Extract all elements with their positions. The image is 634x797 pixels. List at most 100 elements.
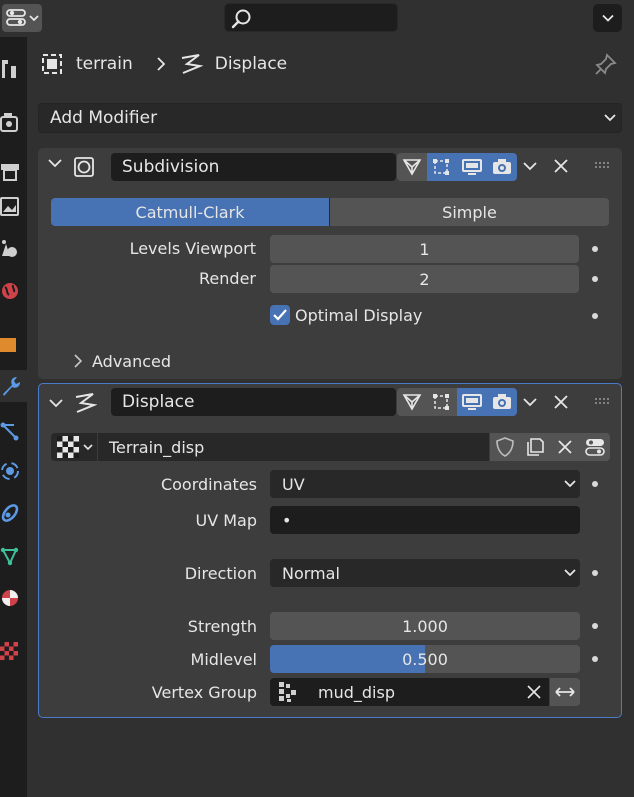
tab-tool[interactable]	[0, 53, 24, 85]
tab-output[interactable]	[0, 155, 24, 187]
chevron-down-icon[interactable]	[523, 397, 537, 407]
render-levels-label: Render	[199, 269, 256, 288]
render-levels-value: 2	[419, 269, 430, 289]
tab-constraints[interactable]	[0, 497, 24, 529]
keyframe-dot[interactable]	[592, 656, 598, 662]
tab-texture[interactable]	[0, 635, 24, 667]
render-toggle[interactable]	[487, 388, 517, 416]
chevron-right-icon[interactable]	[74, 354, 82, 368]
drag-handle-icon[interactable]	[594, 161, 612, 171]
checkmark-icon	[273, 309, 287, 321]
pin-icon[interactable]	[595, 53, 617, 75]
tab-scene[interactable]	[0, 233, 24, 265]
search-input[interactable]	[224, 3, 398, 32]
add-modifier-dropdown[interactable]: Add Modifier	[38, 103, 622, 133]
scene-icon	[0, 238, 20, 260]
close-icon[interactable]	[554, 159, 568, 173]
simple-label: Simple	[442, 202, 497, 222]
viewport-toggle[interactable]	[457, 388, 487, 416]
breadcrumb-object: terrain	[76, 54, 133, 74]
modifier-name-text: Subdivision	[122, 157, 220, 177]
keyframe-dot[interactable]	[592, 481, 598, 487]
advanced-subpanel-header[interactable]: Advanced	[92, 352, 171, 371]
edit-cage-toggle[interactable]	[397, 153, 427, 181]
simple-option[interactable]: Simple	[330, 198, 609, 226]
edit-mode-toggle[interactable]	[427, 153, 457, 181]
keyframe-dot[interactable]	[592, 570, 598, 576]
duplicate-texture-button[interactable]	[520, 433, 550, 461]
drag-handle-icon[interactable]	[594, 397, 612, 407]
tab-material[interactable]	[0, 582, 24, 614]
midlevel-slider[interactable]: 0.500	[270, 645, 580, 673]
edit-cage-toggle[interactable]	[397, 388, 427, 416]
monitor-icon	[461, 157, 483, 177]
search-icon	[231, 8, 253, 30]
vertex-group-label: Vertex Group	[151, 683, 257, 702]
particles-icon	[0, 420, 20, 442]
chevron-down-icon	[83, 443, 93, 451]
texture-browse-button[interactable]	[51, 433, 97, 461]
direction-value: Normal	[282, 563, 340, 583]
collapse-chevron-icon[interactable]	[48, 157, 62, 169]
cage-mesh-icon	[401, 157, 423, 177]
unlink-texture-button[interactable]	[550, 433, 580, 461]
subdivision-type-selector: Catmull-Clark Simple	[51, 198, 609, 226]
close-icon	[558, 440, 572, 454]
optimal-display-checkbox[interactable]	[270, 305, 290, 325]
tab-world[interactable]	[0, 275, 24, 307]
texture-properties-button[interactable]	[580, 433, 610, 461]
render-toggle[interactable]	[487, 153, 517, 181]
catmull-clark-label: Catmull-Clark	[135, 202, 245, 222]
tab-physics[interactable]	[0, 455, 24, 487]
catmull-clark-option[interactable]: Catmull-Clark	[51, 198, 329, 226]
strength-field[interactable]: 1.000	[270, 612, 580, 640]
camera-icon	[491, 392, 513, 412]
modifier-name-field[interactable]: Subdivision	[111, 153, 396, 181]
chevron-down-icon	[564, 566, 576, 580]
levels-viewport-field[interactable]: 1	[270, 235, 579, 263]
tab-view-layer[interactable]	[0, 191, 24, 223]
optimal-display-label: Optimal Display	[295, 306, 423, 325]
tab-render[interactable]	[0, 107, 24, 139]
vertex-group-value: mud_disp	[318, 682, 395, 702]
fake-user-button[interactable]	[490, 433, 520, 461]
render-levels-field[interactable]: 2	[270, 265, 579, 293]
coordinates-dropdown[interactable]: UV	[270, 470, 580, 498]
displace-icon	[73, 391, 97, 415]
direction-dropdown[interactable]: Normal	[270, 559, 580, 587]
object-icon	[40, 52, 64, 76]
keyframe-dot[interactable]	[592, 246, 598, 252]
invert-vertex-group-button[interactable]	[550, 678, 580, 706]
uv-map-field[interactable]: •	[270, 506, 580, 534]
options-dropdown[interactable]	[593, 4, 622, 32]
collapse-chevron-icon[interactable]	[49, 397, 63, 409]
midlevel-label: Midlevel	[190, 650, 257, 669]
edit-mode-icon	[431, 392, 453, 412]
shield-icon	[496, 437, 514, 457]
viewport-toggle[interactable]	[457, 153, 487, 181]
keyframe-dot[interactable]	[592, 313, 598, 319]
modifier-name-field[interactable]: Displace	[111, 388, 396, 416]
tab-object[interactable]	[0, 329, 24, 361]
duplicate-icon	[525, 437, 545, 457]
constraints-icon	[0, 502, 20, 524]
top-header	[0, 0, 634, 37]
close-icon[interactable]	[554, 395, 568, 409]
texture-name-text: Terrain_disp	[109, 437, 205, 457]
tab-data[interactable]	[0, 540, 24, 572]
tab-modifiers[interactable]	[0, 370, 27, 402]
image-icon	[0, 196, 20, 218]
edit-mode-toggle[interactable]	[427, 388, 457, 416]
material-icon	[0, 587, 20, 609]
camera-back-icon	[0, 112, 20, 134]
clear-icon[interactable]	[527, 685, 541, 699]
editor-type-button[interactable]	[2, 4, 42, 32]
vertex-group-field[interactable]: mud_disp	[270, 678, 549, 706]
texture-name-field[interactable]: Terrain_disp	[98, 433, 489, 461]
keyframe-dot[interactable]	[592, 623, 598, 629]
direction-label: Direction	[184, 564, 257, 583]
keyframe-dot[interactable]	[592, 276, 598, 282]
chevron-down-icon[interactable]	[523, 161, 537, 171]
tab-particles[interactable]	[0, 415, 24, 447]
add-modifier-label: Add Modifier	[50, 108, 158, 128]
